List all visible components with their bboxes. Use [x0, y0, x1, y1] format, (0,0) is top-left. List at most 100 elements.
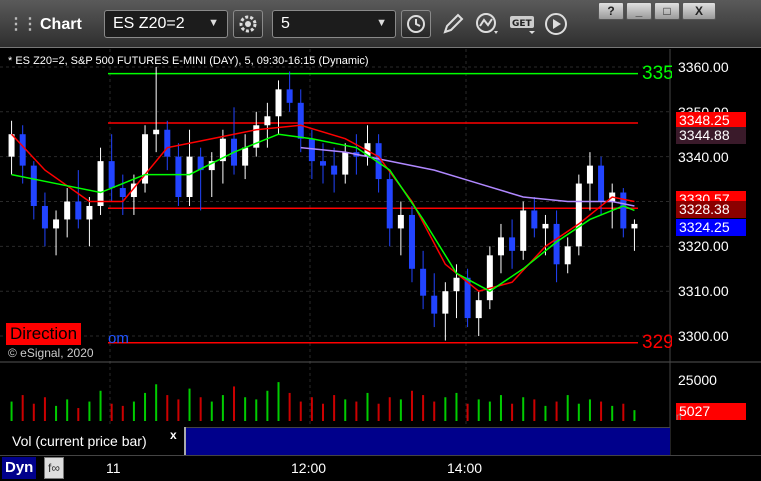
volume-study-label[interactable]: Vol (current price bar)	[4, 427, 186, 455]
play-button[interactable]	[541, 10, 571, 38]
volume-bar	[21, 395, 24, 421]
volume-bar	[410, 390, 413, 421]
volume-bar	[544, 405, 547, 421]
help-button[interactable]: ?	[598, 2, 624, 20]
volume-bar	[433, 401, 436, 421]
play-icon	[545, 13, 567, 35]
volume-bar	[244, 397, 247, 421]
candle-body	[342, 152, 349, 175]
chart-toolbar: ⋮⋮ Chart ES Z20=2 ▼ 5 ▼ GET ? _ □ X	[0, 0, 761, 48]
volume-bar	[10, 401, 13, 421]
level-label: 335	[642, 62, 672, 84]
price-axis-label: 3310.00	[678, 283, 729, 300]
volume-bar	[477, 399, 480, 421]
volume-current-tag: 5027	[676, 403, 746, 420]
close-button[interactable]: X	[682, 2, 716, 20]
get-data-button[interactable]: GET	[506, 10, 536, 38]
volume-bar	[422, 395, 425, 421]
candle-body	[175, 156, 182, 198]
volume-bar	[399, 399, 402, 421]
candle-body	[598, 165, 605, 202]
copyright-text: © eSignal, 2020	[8, 346, 94, 360]
volume-axis-extra: n	[676, 412, 682, 423]
candle-body	[509, 237, 516, 251]
price-axis-label: 3320.00	[678, 238, 729, 255]
volume-bar	[177, 399, 180, 421]
candle-body	[620, 192, 627, 229]
candle-body	[320, 161, 326, 166]
candle-body	[186, 156, 193, 198]
volume-bar	[511, 403, 514, 421]
candle-body	[442, 291, 449, 314]
candle-body	[41, 205, 48, 229]
time-label-1: 12:00	[291, 460, 327, 476]
dynamic-mode-badge[interactable]: Dyn	[2, 457, 37, 479]
volume-bar	[288, 392, 291, 421]
candle-body	[30, 165, 37, 206]
volume-bar	[188, 388, 191, 421]
volume-bar	[166, 395, 169, 421]
direction-badge: Direction	[6, 323, 82, 345]
candle-body	[497, 237, 504, 256]
candle-body	[386, 179, 393, 229]
symbol-settings-button[interactable]	[233, 10, 263, 38]
symbol-value: ES Z20=2	[113, 15, 185, 32]
maximize-button[interactable]: □	[654, 2, 680, 20]
price-tag: 3324.25	[676, 219, 746, 237]
volume-bar	[566, 395, 569, 421]
candle-body	[242, 147, 249, 166]
draw-tool-button[interactable]	[438, 10, 468, 38]
volume-bar	[99, 390, 102, 421]
volume-bar	[522, 397, 525, 421]
price-chart[interactable]	[0, 49, 761, 455]
volume-bar	[199, 397, 202, 421]
symbol-input[interactable]: ES Z20=2 ▼	[104, 10, 228, 38]
minimize-button[interactable]: _	[626, 2, 652, 20]
level-label: 329	[642, 331, 672, 353]
interval-input[interactable]: 5 ▼	[272, 10, 396, 38]
volume-bar	[221, 395, 224, 421]
candle-body	[397, 214, 404, 229]
time-label-2: 14:00	[447, 460, 483, 476]
volume-bar	[210, 401, 213, 421]
study-button[interactable]	[472, 10, 502, 38]
candle-body	[486, 255, 493, 301]
candle-body	[286, 89, 293, 103]
window-title: ⋮⋮ Chart	[8, 16, 82, 33]
candle-body	[586, 165, 593, 184]
volume-bar	[366, 392, 369, 421]
chevron-down-icon[interactable]: ▼	[376, 17, 387, 29]
candle-body	[631, 223, 638, 229]
candle-body	[520, 210, 527, 251]
volume-study-close-icon[interactable]: x	[170, 428, 177, 442]
volume-bar	[43, 397, 46, 421]
candle-body	[431, 295, 438, 314]
clock-icon	[407, 15, 425, 33]
candle-body	[108, 161, 115, 189]
volume-bar	[110, 403, 113, 421]
svg-text:GET: GET	[512, 19, 533, 29]
drag-grip-icon[interactable]: ⋮⋮	[8, 16, 38, 33]
price-axis-label: 3340.00	[678, 148, 729, 165]
volume-bar	[611, 405, 614, 421]
volume-bar	[533, 399, 536, 421]
candle-body	[64, 201, 71, 220]
price-axis-label: 3300.00	[678, 328, 729, 345]
volume-bar	[333, 395, 336, 421]
volume-bar	[299, 401, 302, 421]
fit-icon[interactable]: f∞	[44, 457, 64, 479]
volume-bar	[455, 392, 458, 421]
time-template-button[interactable]	[401, 10, 431, 38]
volume-bar	[377, 403, 380, 421]
chevron-down-icon[interactable]: ▼	[208, 17, 219, 29]
volume-bar	[466, 403, 469, 421]
volume-bar	[55, 405, 58, 421]
volume-bar	[555, 401, 558, 421]
volume-bar	[600, 401, 603, 421]
candle-body	[264, 116, 271, 126]
candle-body	[531, 210, 538, 229]
candle-body	[420, 268, 427, 296]
volume-bar	[155, 384, 158, 421]
direction-badge-tail: om	[108, 330, 129, 347]
candle-body	[97, 161, 104, 206]
